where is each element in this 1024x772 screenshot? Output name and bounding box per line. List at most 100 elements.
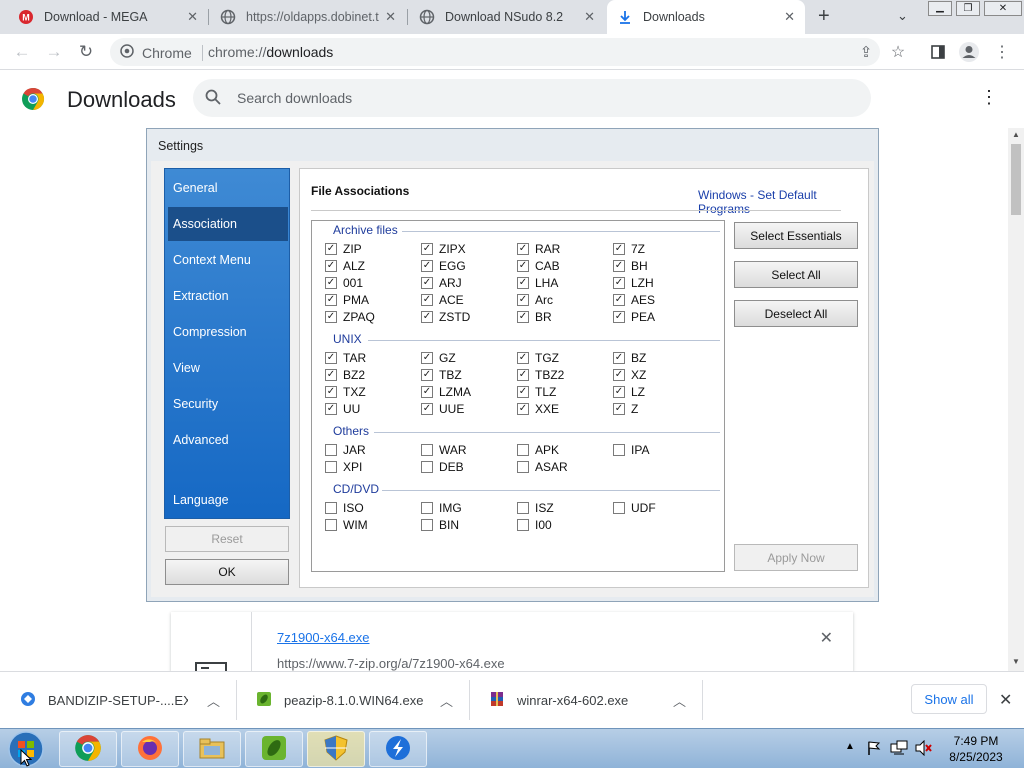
assoc-checkbox-zip[interactable]: ✓ ZIP <box>325 242 362 256</box>
tray-expand-icon[interactable]: ▲ <box>845 741 855 752</box>
network-icon[interactable] <box>890 740 908 759</box>
menu-kebab-icon[interactable]: ⋮ <box>990 40 1014 64</box>
assoc-checkbox-isz[interactable]: ISZ <box>517 501 554 515</box>
assoc-checkbox-i00[interactable]: I00 <box>517 518 552 532</box>
select-essentials-button[interactable]: Select Essentials <box>734 222 858 249</box>
deselect-all-button[interactable]: Deselect All <box>734 300 858 327</box>
assoc-checkbox-arc[interactable]: ✓ Arc <box>517 293 553 307</box>
assoc-checkbox-lzh[interactable]: ✓ LZH <box>613 276 654 290</box>
taskbar-blue-app[interactable] <box>369 731 427 767</box>
apply-now-button[interactable]: Apply Now <box>734 544 858 571</box>
assoc-checkbox-wim[interactable]: WIM <box>325 518 368 532</box>
assoc-checkbox-lz[interactable]: ✓ LZ <box>613 385 645 399</box>
assoc-checkbox-alz[interactable]: ✓ ALZ <box>325 259 365 273</box>
tab-oldapps[interactable]: https://oldapps.dobinet.t ✕ <box>210 0 406 34</box>
assoc-checkbox-uue[interactable]: ✓ UUE <box>421 402 464 416</box>
ok-button[interactable]: OK <box>165 559 289 585</box>
close-icon[interactable]: ✕ <box>584 9 595 25</box>
default-programs-link[interactable]: Windows - Set Default Programs <box>698 188 868 216</box>
new-tab-icon[interactable]: + <box>818 5 830 28</box>
search-downloads-input[interactable]: Search downloads <box>193 79 871 117</box>
more-actions-icon[interactable]: ⋮ <box>980 87 998 108</box>
assoc-checkbox-deb[interactable]: DEB <box>421 460 464 474</box>
close-icon[interactable]: ✕ <box>385 9 396 25</box>
system-clock[interactable]: 7:49 PM 8/25/2023 <box>936 733 1016 765</box>
nav-item-language[interactable]: Language <box>165 483 289 517</box>
tab-search-chevron-icon[interactable]: ⌄ <box>897 8 908 24</box>
shelf-item-bandizip[interactable]: BANDIZIP-SETUP-....EXE ︿ <box>0 672 236 729</box>
assoc-checkbox-001[interactable]: ✓ 001 <box>325 276 363 290</box>
assoc-checkbox-zipx[interactable]: ✓ ZIPX <box>421 242 466 256</box>
forward-icon[interactable]: → <box>42 40 66 64</box>
assoc-checkbox-arj[interactable]: ✓ ARJ <box>421 276 462 290</box>
assoc-checkbox-lzma[interactable]: ✓ LZMA <box>421 385 471 399</box>
assoc-checkbox-xz[interactable]: ✓ XZ <box>613 368 646 382</box>
restore-icon[interactable]: ❐ <box>956 1 980 16</box>
profile-avatar-icon[interactable] <box>957 40 981 64</box>
assoc-checkbox-7z[interactable]: ✓ 7Z <box>613 242 645 256</box>
back-icon[interactable]: ← <box>10 40 34 64</box>
show-all-button[interactable]: Show all <box>911 684 987 714</box>
assoc-checkbox-img[interactable]: IMG <box>421 501 462 515</box>
assoc-checkbox-bin[interactable]: BIN <box>421 518 459 532</box>
tab-nsudo[interactable]: Download NSudo 8.2 ✕ <box>409 0 605 34</box>
assoc-checkbox-gz[interactable]: ✓ GZ <box>421 351 456 365</box>
nav-item-context-menu[interactable]: Context Menu <box>165 243 289 277</box>
window-close-icon[interactable]: ✕ <box>984 1 1022 16</box>
scroll-up-icon[interactable]: ▲ <box>1012 130 1020 139</box>
assoc-checkbox-iso[interactable]: ISO <box>325 501 364 515</box>
assoc-checkbox-z[interactable]: ✓ Z <box>613 402 638 416</box>
assoc-checkbox-egg[interactable]: ✓ EGG <box>421 259 466 273</box>
reset-button[interactable]: Reset <box>165 526 289 552</box>
assoc-checkbox-war[interactable]: WAR <box>421 443 467 457</box>
shelf-item-peazip[interactable]: peazip-8.1.0.WIN64.exe ︿ <box>236 672 469 729</box>
assoc-checkbox-aes[interactable]: ✓ AES <box>613 293 655 307</box>
reload-icon[interactable]: ↻ <box>74 40 98 64</box>
nav-item-view[interactable]: View <box>165 351 289 385</box>
page-scrollbar[interactable]: ▲ ▼ <box>1008 128 1024 671</box>
select-all-button[interactable]: Select All <box>734 261 858 288</box>
assoc-checkbox-br[interactable]: ✓ BR <box>517 310 552 324</box>
assoc-checkbox-tbz[interactable]: ✓ TBZ <box>421 368 462 382</box>
action-center-flag-icon[interactable] <box>866 740 882 759</box>
share-icon[interactable]: ⇪ <box>854 40 878 64</box>
taskbar-chrome[interactable] <box>59 731 117 767</box>
assoc-checkbox-cab[interactable]: ✓ CAB <box>517 259 560 273</box>
address-bar[interactable]: Chrome chrome://downloads <box>110 38 880 66</box>
taskbar-peazip[interactable] <box>245 731 303 767</box>
minimize-icon[interactable]: ▁ <box>928 1 952 16</box>
close-icon[interactable]: ✕ <box>187 9 198 25</box>
assoc-checkbox-xxe[interactable]: ✓ XXE <box>517 402 559 416</box>
assoc-checkbox-uu[interactable]: ✓ UU <box>325 402 360 416</box>
assoc-checkbox-txz[interactable]: ✓ TXZ <box>325 385 366 399</box>
assoc-checkbox-tbz2[interactable]: ✓ TBZ2 <box>517 368 564 382</box>
assoc-checkbox-udf[interactable]: UDF <box>613 501 656 515</box>
assoc-checkbox-rar[interactable]: ✓ RAR <box>517 242 560 256</box>
tab-mega[interactable]: M Download - MEGA ✕ <box>8 0 208 34</box>
taskbar-explorer[interactable] <box>183 731 241 767</box>
tab-downloads[interactable]: Downloads ✕ <box>607 0 805 34</box>
chevron-up-icon[interactable]: ︿ <box>673 691 686 710</box>
remove-download-icon[interactable]: ✕ <box>820 628 833 648</box>
assoc-checkbox-tar[interactable]: ✓ TAR <box>325 351 366 365</box>
assoc-checkbox-tgz[interactable]: ✓ TGZ <box>517 351 559 365</box>
nav-item-security[interactable]: Security <box>165 387 289 421</box>
assoc-checkbox-bh[interactable]: ✓ BH <box>613 259 648 273</box>
assoc-checkbox-lha[interactable]: ✓ LHA <box>517 276 558 290</box>
assoc-checkbox-bz2[interactable]: ✓ BZ2 <box>325 368 365 382</box>
nav-item-extraction[interactable]: Extraction <box>165 279 289 313</box>
assoc-checkbox-xpi[interactable]: XPI <box>325 460 362 474</box>
scrollbar-thumb[interactable] <box>1011 144 1021 215</box>
download-filename-link[interactable]: 7z1900-x64.exe <box>277 630 370 645</box>
assoc-checkbox-bz[interactable]: ✓ BZ <box>613 351 646 365</box>
volume-muted-icon[interactable] <box>914 739 932 759</box>
assoc-checkbox-apk[interactable]: APK <box>517 443 559 457</box>
assoc-checkbox-ace[interactable]: ✓ ACE <box>421 293 464 307</box>
taskbar-firefox[interactable] <box>121 731 179 767</box>
nav-item-compression[interactable]: Compression <box>165 315 289 349</box>
taskbar-security[interactable] <box>307 731 365 767</box>
assoc-checkbox-ipa[interactable]: IPA <box>613 443 649 457</box>
assoc-checkbox-zpaq[interactable]: ✓ ZPAQ <box>325 310 375 324</box>
nav-item-general[interactable]: General <box>165 171 289 205</box>
nav-item-advanced[interactable]: Advanced <box>165 423 289 457</box>
